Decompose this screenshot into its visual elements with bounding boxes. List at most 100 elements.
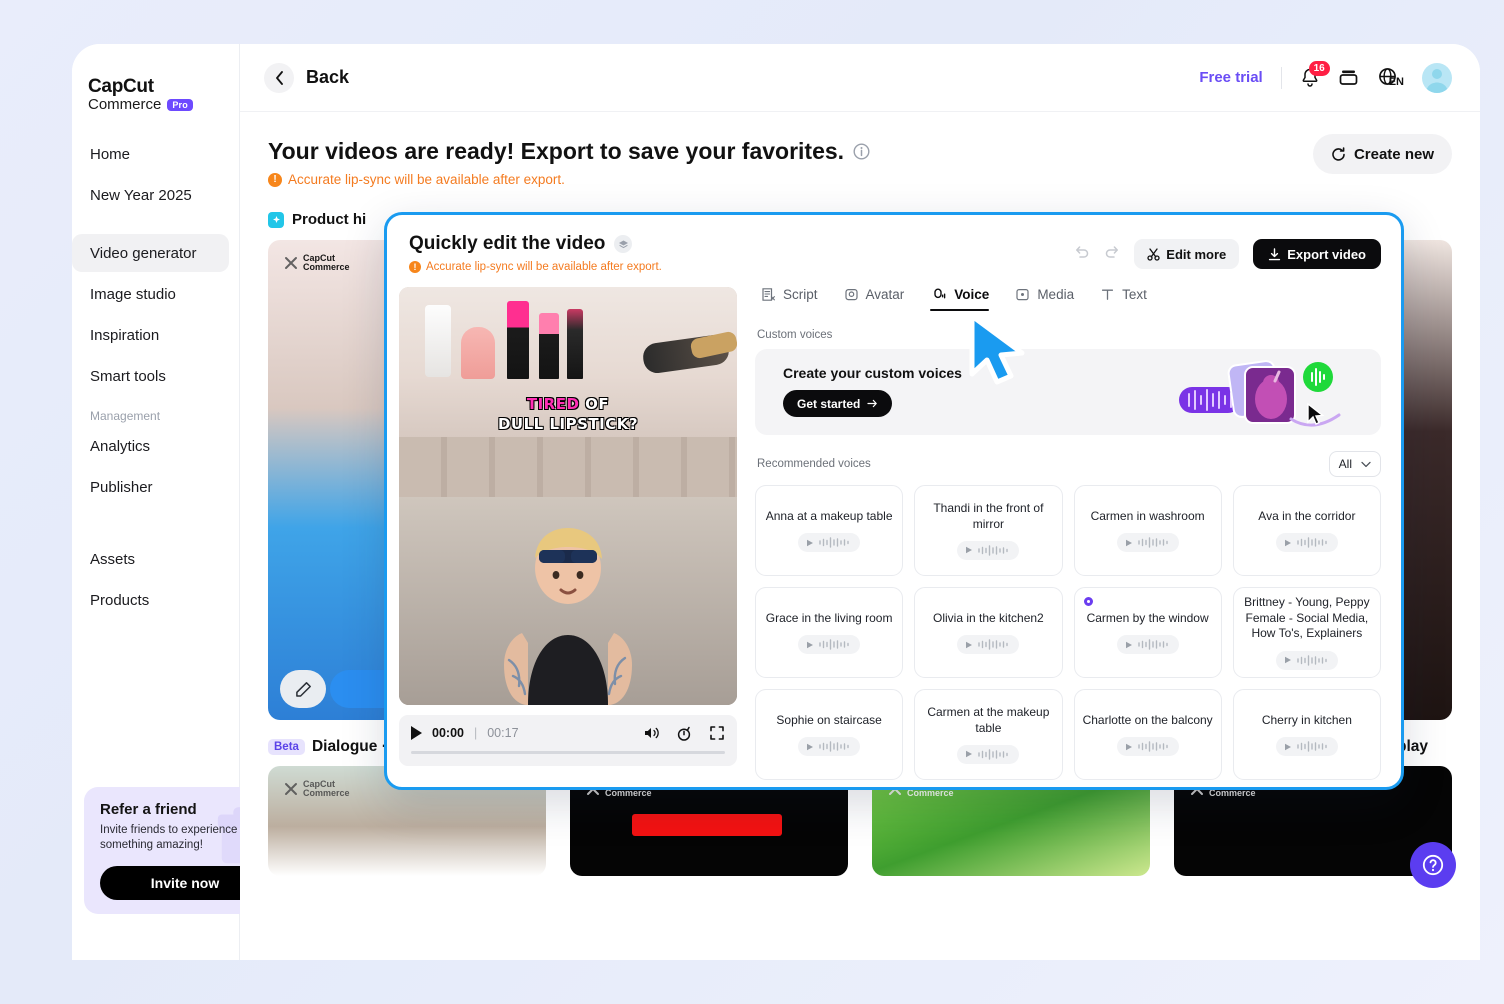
caption-rest: OF bbox=[585, 395, 610, 413]
voice-preview-button[interactable] bbox=[1275, 650, 1338, 670]
tab-avatar[interactable]: Avatar bbox=[844, 287, 904, 311]
play-button[interactable] bbox=[411, 726, 422, 740]
waveform-icon bbox=[819, 639, 849, 650]
tab-text[interactable]: Text bbox=[1100, 287, 1147, 311]
voice-card[interactable]: Brittney - Young, Peppy Female - Social … bbox=[1232, 587, 1381, 678]
sidebar-item-video-generator[interactable]: Video generator bbox=[72, 234, 229, 272]
voice-preview-button[interactable] bbox=[1116, 533, 1179, 553]
voice-preview-button[interactable] bbox=[1275, 533, 1338, 553]
undo-icon[interactable] bbox=[1074, 244, 1090, 265]
speed-icon[interactable] bbox=[676, 725, 693, 741]
sidebar-item-publisher[interactable]: Publisher bbox=[72, 468, 229, 506]
text-icon bbox=[1102, 289, 1114, 300]
tab-voice[interactable]: Voice bbox=[930, 287, 990, 311]
play-icon bbox=[966, 641, 973, 648]
sidebar-item-home[interactable]: Home bbox=[72, 135, 229, 173]
modal-title-text: Quickly edit the video bbox=[409, 233, 606, 254]
tab-script[interactable]: Script bbox=[761, 287, 818, 311]
notifications-button[interactable]: 16 bbox=[1300, 61, 1330, 88]
language-selector[interactable]: EN bbox=[1377, 67, 1404, 88]
info-icon[interactable] bbox=[853, 143, 870, 160]
question-mark-icon bbox=[1422, 854, 1444, 876]
player-control-row: 00:00 | 00:17 bbox=[411, 725, 725, 741]
voice-card[interactable]: Grace in the living room bbox=[755, 587, 904, 678]
waveform-icon bbox=[978, 749, 1009, 760]
avatar[interactable] bbox=[1422, 62, 1452, 93]
play-icon bbox=[1125, 539, 1132, 546]
voice-name: Cherry in kitchen bbox=[1261, 712, 1352, 727]
sidebar-item-label: Home bbox=[90, 145, 131, 163]
create-new-button[interactable]: Create new bbox=[1312, 134, 1452, 174]
back-button[interactable]: Back bbox=[264, 62, 349, 93]
sidebar-item-inspiration[interactable]: Inspiration bbox=[72, 316, 229, 354]
get-started-button[interactable]: Get started bbox=[783, 390, 893, 417]
scissors-icon bbox=[1147, 247, 1160, 261]
sidebar-item-label: Smart tools bbox=[90, 367, 166, 385]
sidebar-item-new-year-2025[interactable]: New Year 2025 bbox=[72, 176, 229, 214]
seek-bar[interactable] bbox=[411, 751, 725, 754]
voice-card[interactable]: Carmen at the makeup table bbox=[914, 689, 1063, 780]
edit-video-button[interactable] bbox=[280, 670, 326, 708]
voice-card[interactable]: Anna at a makeup table bbox=[755, 485, 904, 576]
sidebar-item-image-studio[interactable]: Image studio bbox=[72, 275, 229, 313]
beta-badge: Beta bbox=[268, 739, 305, 755]
sidebar-item-smart-tools[interactable]: Smart tools bbox=[72, 357, 229, 395]
voice-card[interactable]: Cherry in kitchen bbox=[1232, 689, 1381, 780]
sidebar: CapCut Commerce Pro Home New Year 2025 V… bbox=[72, 44, 284, 960]
custom-voices-illustration bbox=[1179, 360, 1341, 427]
waveform-icon bbox=[1137, 639, 1168, 650]
voice-preview-button[interactable] bbox=[798, 533, 861, 553]
get-started-label: Get started bbox=[797, 396, 861, 411]
fullscreen-icon[interactable] bbox=[709, 725, 725, 741]
voice-preview-button[interactable] bbox=[957, 635, 1020, 655]
voice-card[interactable]: Ava in the corridor bbox=[1232, 485, 1381, 576]
export-video-button[interactable]: Export video bbox=[1253, 239, 1381, 269]
sidebar-item-assets[interactable]: Assets bbox=[72, 540, 229, 578]
voice-card[interactable]: Thandi in the front of mirror bbox=[914, 485, 1063, 576]
language-label: EN bbox=[1388, 76, 1404, 88]
waveform-icon bbox=[819, 741, 849, 752]
play-icon bbox=[807, 539, 814, 546]
edit-more-button[interactable]: Edit more bbox=[1134, 239, 1240, 269]
sidebar-item-analytics[interactable]: Analytics bbox=[72, 427, 229, 465]
volume-icon[interactable] bbox=[643, 725, 660, 741]
play-icon bbox=[1284, 656, 1291, 664]
create-new-label: Create new bbox=[1353, 145, 1434, 163]
voice-name: Carmen at the makeup table bbox=[927, 705, 1050, 735]
voice-card-selected[interactable]: Carmen by the window bbox=[1073, 587, 1222, 678]
voice-preview-button[interactable] bbox=[1116, 737, 1179, 757]
sidebar-section-management: Management bbox=[90, 409, 161, 423]
help-button[interactable] bbox=[1410, 842, 1456, 888]
voice-preview-button[interactable] bbox=[798, 737, 861, 757]
capcut-logo-icon bbox=[285, 783, 297, 796]
voice-preview-button[interactable] bbox=[957, 540, 1020, 560]
redo-icon[interactable] bbox=[1104, 244, 1120, 265]
chevron-left-icon bbox=[264, 62, 294, 93]
voice-card[interactable]: Carmen in washroom bbox=[1073, 485, 1222, 576]
custom-voices-label: Custom voices bbox=[757, 329, 833, 341]
free-trial-link[interactable]: Free trial bbox=[1199, 69, 1262, 86]
voice-filter-dropdown[interactable]: All bbox=[1328, 451, 1381, 477]
voice-preview-button[interactable] bbox=[957, 744, 1020, 764]
layers-icon[interactable] bbox=[614, 235, 633, 253]
sidebar-item-label: Inspiration bbox=[90, 326, 160, 344]
voice-card[interactable]: Olivia in the kitchen2 bbox=[914, 587, 1063, 678]
custom-voices-banner: Create your custom voices Get started bbox=[755, 349, 1381, 435]
sidebar-item-products[interactable]: Products bbox=[72, 581, 229, 619]
download-icon bbox=[1269, 247, 1281, 260]
quick-edit-modal: Quickly edit the video ! Accurate lip-sy… bbox=[384, 212, 1404, 790]
voice-preview-button[interactable] bbox=[798, 635, 861, 655]
cards-button[interactable] bbox=[1338, 68, 1359, 88]
player-controls: 00:00 | 00:17 bbox=[399, 715, 737, 766]
brand-line-1: CapCut bbox=[88, 76, 193, 98]
watermark-line-2: Commerce bbox=[605, 788, 652, 799]
tab-media[interactable]: Media bbox=[1015, 287, 1074, 311]
sidebar-item-label: Publisher bbox=[90, 478, 153, 496]
divider bbox=[1280, 66, 1282, 89]
voice-preview-button[interactable] bbox=[1116, 635, 1179, 655]
brand-logo[interactable]: CapCut Commerce Pro bbox=[88, 76, 193, 113]
voice-card[interactable]: Sophie on staircase bbox=[755, 689, 904, 780]
voice-card[interactable]: Charlotte on the balcony bbox=[1073, 689, 1222, 780]
voice-preview-button[interactable] bbox=[1275, 737, 1338, 757]
player-preview[interactable]: TIRED OF DULL LIPSTICK? bbox=[399, 287, 737, 705]
